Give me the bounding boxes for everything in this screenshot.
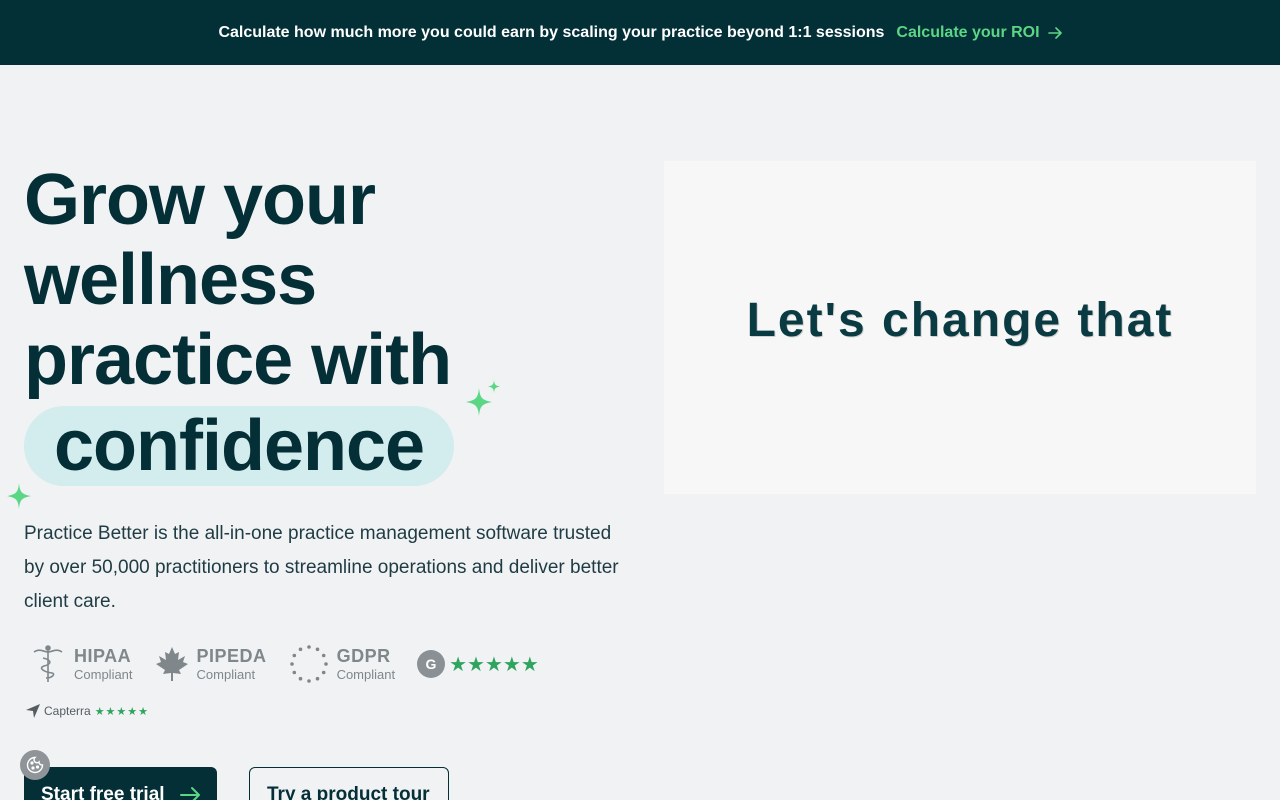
hero-video-panel[interactable]: Let's change that (664, 161, 1256, 494)
eu-stars-icon (289, 645, 328, 683)
g2-logo-icon: G (417, 650, 446, 678)
svg-text:G: G (426, 656, 437, 672)
hero-title-line: Grow your (24, 160, 376, 240)
badge-sub: Compliant (74, 667, 133, 682)
capterra-label: Capterra (44, 704, 91, 718)
arrow-right-icon (179, 787, 200, 800)
capterra-stars: ★★★★★ (94, 705, 149, 718)
hero-title-line: practice with (24, 320, 452, 400)
badge-name: GDPR (336, 646, 391, 666)
hero-title-line: wellness (24, 240, 317, 320)
gdpr-badge: GDPR Compliant (289, 644, 396, 684)
promo-banner: Calculate how much more you could earn b… (0, 0, 1280, 65)
badge-sub: Compliant (196, 667, 256, 682)
compliance-badges: HIPAA Compliant PIPEDA Compliant GDPR Co… (30, 644, 539, 684)
video-caption: Let's change that (746, 294, 1174, 347)
start-free-trial-label: Start free trial (41, 784, 165, 800)
calculate-roi-label: Calculate your ROI (896, 23, 1040, 41)
arrow-right-icon (1047, 26, 1062, 39)
calculate-roi-link[interactable]: Calculate your ROI (896, 23, 1062, 42)
badge-sub: Compliant (336, 667, 396, 682)
hero-title-highlight: confidence (24, 406, 455, 486)
capterra-rating: Capterra ★★★★★ (26, 704, 149, 718)
cookie-settings-button[interactable] (20, 750, 50, 780)
hipaa-badge: HIPAA Compliant (30, 644, 133, 684)
cookie-icon (26, 756, 44, 774)
g2-stars: ★★★★★ (449, 653, 539, 676)
capterra-logo-icon (26, 704, 40, 718)
caduceus-icon (33, 645, 63, 682)
sparkle-icon (7, 483, 31, 509)
product-tour-button[interactable]: Try a product tour (249, 767, 449, 800)
badge-name: PIPEDA (196, 646, 267, 666)
badge-name: HIPAA (74, 646, 132, 666)
start-free-trial-button[interactable]: Start free trial (24, 767, 217, 800)
hero-description: Practice Better is the all-in-one practi… (24, 523, 619, 612)
maple-leaf-icon (155, 647, 188, 681)
hero-title: Grow your wellness practice with confide… (24, 160, 624, 486)
banner-text: Calculate how much more you could earn b… (218, 23, 885, 41)
pipeda-badge: PIPEDA Compliant (155, 645, 267, 683)
sparkle-icon (488, 380, 500, 393)
g2-rating: G ★★★★★ (417, 650, 539, 678)
product-tour-label: Try a product tour (267, 784, 430, 800)
